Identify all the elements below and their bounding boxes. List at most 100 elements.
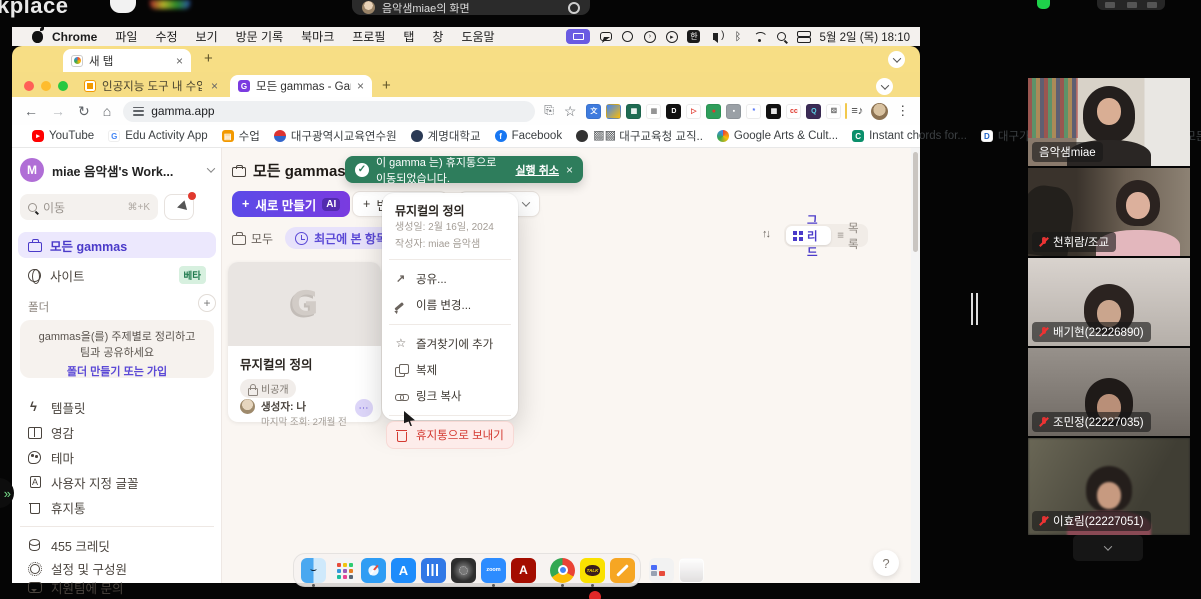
control-center-icon[interactable]	[797, 30, 810, 43]
reload-button[interactable]: ↻	[78, 103, 90, 120]
workspace-switcher[interactable]: M miae 음악샘's Work...	[20, 158, 214, 182]
cc-extension-icon[interactable]: cc	[786, 104, 801, 119]
gamma-card-musical-definition[interactable]: G 뮤지컬의 정의 비공개 생성자: 나 마지막 조회: 2개월 전 ⋯	[228, 262, 381, 422]
filter-all[interactable]: 모두	[232, 230, 273, 247]
participant-video-3[interactable]: 배기현(22226890)	[1028, 258, 1190, 346]
bookmark-keimyung[interactable]: 계명대학교	[411, 128, 481, 144]
recorder-extension-icon[interactable]: ●	[706, 104, 721, 119]
acrobat-icon[interactable]: A	[511, 558, 536, 583]
window-collapse-chevron[interactable]	[888, 51, 905, 68]
safari-icon[interactable]	[361, 558, 386, 583]
sidebar-item-custom-fonts[interactable]: 사용자 지정 글꼴	[28, 473, 138, 492]
tab-close-icon[interactable]: ×	[176, 54, 183, 68]
finder-icon[interactable]: ⌣	[301, 558, 326, 583]
green-pattern-extension-icon[interactable]: ▦	[626, 104, 641, 119]
extensions-puzzle-icon[interactable]: ⚄	[826, 104, 841, 119]
menu-item-favorite[interactable]: 즐겨찾기에 추가	[387, 331, 513, 357]
menu-file[interactable]: 파일	[106, 28, 146, 45]
pencil-app-icon[interactable]	[610, 558, 635, 583]
sidebar-item-themes[interactable]: 테마	[28, 448, 74, 467]
red-arrow-extension-icon[interactable]: ▷	[686, 104, 701, 119]
list-view-button[interactable]: ≡ 목록	[831, 220, 866, 252]
wifi-icon[interactable]	[753, 30, 766, 43]
filter-recently-viewed[interactable]: 최근에 본 항목	[285, 227, 397, 249]
kakaotalk-icon[interactable]: TALK	[580, 558, 605, 583]
dark-d-extension-icon[interactable]: D	[666, 104, 681, 119]
sidebar-item-settings-members[interactable]: 설정 및 구성원	[28, 559, 127, 578]
back-button[interactable]: ←	[24, 103, 38, 120]
chevron-status-icon[interactable]: ›	[643, 30, 656, 43]
menu-item-send-to-trash[interactable]: 휴지통으로 보내기	[387, 422, 513, 448]
sidebar-item-sites[interactable]: 사이트 베타	[18, 262, 216, 288]
sidebar-item-inspiration[interactable]: 영감	[28, 423, 74, 442]
books-icon[interactable]	[421, 558, 446, 583]
bookmark-star-icon[interactable]: ☆	[564, 103, 577, 120]
q-purple-extension-icon[interactable]: Q	[806, 104, 821, 119]
menubar-clock[interactable]: 5월 2일 (목) 18:10	[819, 29, 910, 45]
panel-resize-handle[interactable]	[971, 293, 978, 325]
announcements-button[interactable]	[164, 194, 194, 220]
bookmark-arts-culture[interactable]: Google Arts & Cult...	[717, 130, 838, 142]
window-traffic-lights[interactable]	[24, 81, 68, 91]
sort-icon[interactable]: ↑↓	[762, 228, 769, 240]
menu-bookmarks[interactable]: 북마크	[292, 28, 343, 45]
play-status-icon[interactable]: ▸	[665, 30, 678, 43]
grid-extension-icon[interactable]: ▦	[646, 104, 661, 119]
creative-cloud-status-icon[interactable]	[621, 30, 634, 43]
volume-icon[interactable]	[709, 30, 722, 43]
zoom-icon[interactable]: zoom	[481, 558, 506, 583]
blue-flower-extension-icon[interactable]: *	[746, 104, 761, 119]
drive-extension-icon[interactable]	[606, 104, 621, 119]
stop-share-red-button[interactable]	[589, 591, 601, 599]
menu-view[interactable]: 보기	[187, 28, 227, 45]
bookmark-daegu-edu[interactable]: 대구광역시교육연수원	[274, 128, 397, 144]
site-settings-icon[interactable]	[133, 107, 144, 116]
tab-close-icon[interactable]: ×	[357, 79, 364, 93]
create-new-button[interactable]: + 새로 만들기 AI	[232, 191, 350, 217]
tab-ai-tools[interactable]: 인공지능 도구 내 수업에 적용하기 ×	[76, 75, 226, 97]
card-menu-kebab-button[interactable]: ⋯	[355, 399, 373, 417]
trash-dock-icon[interactable]	[679, 558, 704, 583]
translate-extension-icon[interactable]: 文	[586, 104, 601, 119]
qr-code-extension-icon[interactable]: ▦	[766, 104, 781, 119]
bookmark-class[interactable]: ▤수업	[222, 128, 260, 144]
participant-video-2[interactable]: 천휘람/조교	[1028, 168, 1190, 256]
screen-share-indicator-pill[interactable]: 음악샘miae의 화면	[352, 0, 590, 15]
participant-video-1[interactable]: 음악샘miae	[1028, 78, 1190, 166]
menu-item-rename[interactable]: 이름 변경...	[387, 292, 513, 318]
tab-gamma[interactable]: G 모든 gammas - Gamma ×	[230, 75, 372, 97]
bookmark-daegu-office[interactable]: ▩▩ 대구교육청 교직..	[576, 128, 703, 144]
add-folder-button[interactable]: +	[198, 294, 216, 312]
screen-share-menubar-icon[interactable]	[566, 29, 590, 44]
participant-video-4[interactable]: 조민정(22227035)	[1028, 348, 1190, 436]
send-to-device-icon[interactable]: ⎘	[544, 103, 554, 120]
home-button[interactable]: ⌂	[103, 103, 111, 120]
sidebar-item-all-gammas[interactable]: 모든 gammas	[18, 232, 216, 258]
menu-item-share[interactable]: 공유...	[387, 266, 513, 292]
bookmark-edu-activity[interactable]: GEdu Activity App	[108, 130, 207, 142]
menu-profiles[interactable]: 프로필	[343, 28, 394, 45]
menu-history[interactable]: 방문 기록	[227, 28, 293, 45]
bookmark-facebook[interactable]: fFacebook	[495, 130, 563, 142]
settings-dial-icon[interactable]	[451, 558, 476, 583]
undo-link[interactable]: 실행 취소	[515, 162, 559, 178]
forward-button[interactable]: →	[51, 103, 65, 120]
menu-item-duplicate[interactable]: 복제	[387, 357, 513, 383]
help-button[interactable]: ?	[873, 550, 899, 576]
menubar-app-name[interactable]: Chrome	[43, 30, 106, 44]
chrome-icon[interactable]	[550, 558, 575, 583]
tab-close-icon[interactable]: ×	[211, 79, 218, 93]
page-scrollbar-thumb[interactable]	[913, 152, 918, 252]
menu-window[interactable]: 창	[423, 28, 452, 45]
reading-list-icon[interactable]: ≡♪	[851, 105, 863, 117]
menu-item-copy-link[interactable]: 링크 복사	[387, 383, 513, 409]
browser-menu-kebab-icon[interactable]: ⋮	[896, 103, 909, 119]
new-tab-button[interactable]: +	[204, 50, 213, 67]
sidebar-item-templates[interactable]: 템플릿	[28, 398, 86, 417]
bookmark-youtube[interactable]: ▸YouTube	[32, 130, 94, 142]
profile-avatar[interactable]	[871, 103, 888, 120]
menu-edit[interactable]: 수정	[146, 28, 186, 45]
collapse-participants-button[interactable]	[1073, 535, 1143, 561]
menu-help[interactable]: 도움말	[452, 28, 503, 45]
app-store-icon[interactable]: A	[391, 558, 416, 583]
